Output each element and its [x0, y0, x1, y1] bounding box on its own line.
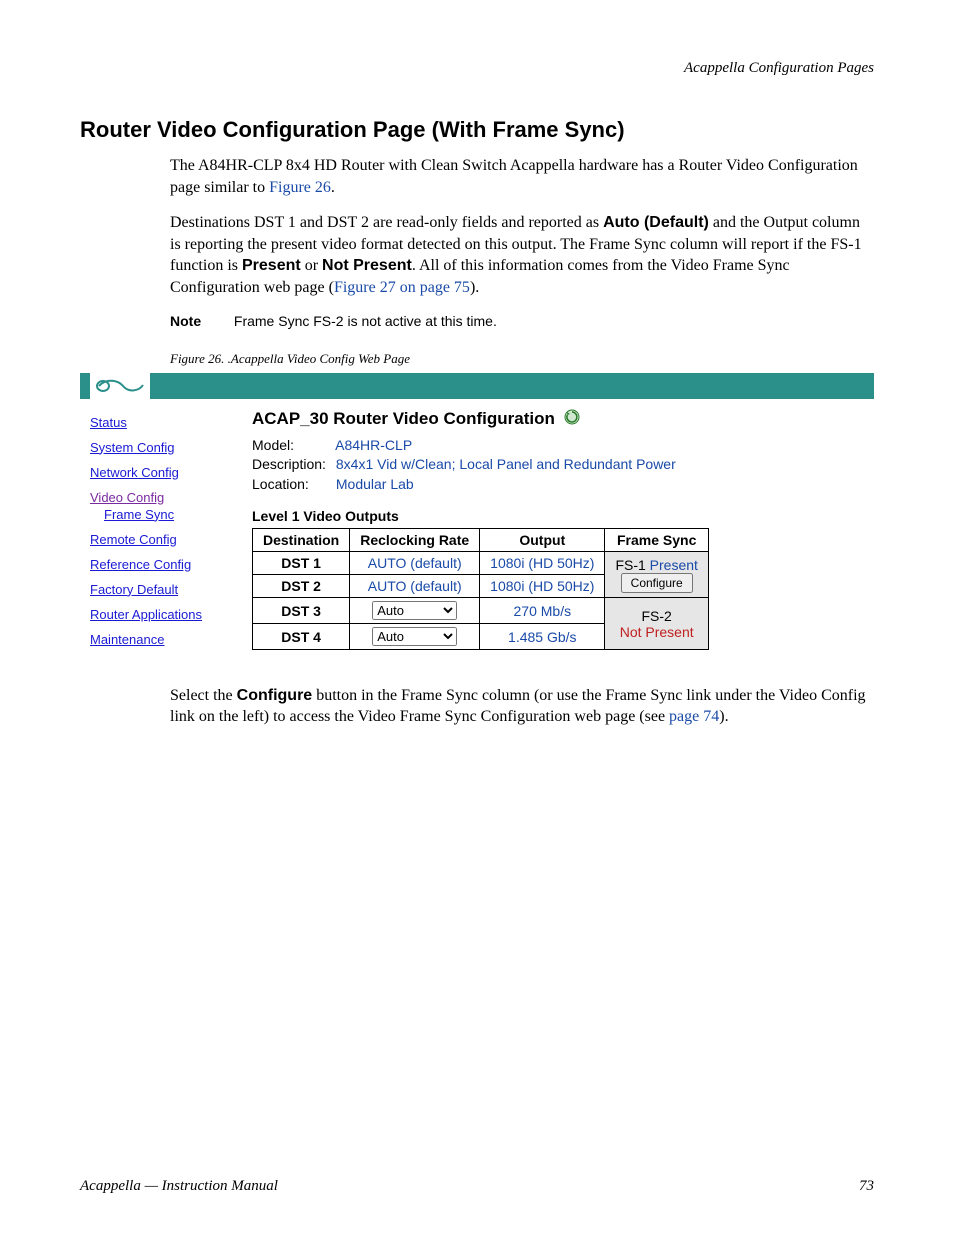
fs1-label: FS-1 [615, 557, 649, 573]
info-model: Model: A84HR-CLP [252, 436, 874, 456]
fs1-status: Present [650, 557, 698, 573]
web-nav: Status System Config Network Config Vide… [80, 399, 248, 665]
nav-system-config[interactable]: System Config [90, 440, 240, 455]
p2-t3: or [301, 257, 322, 274]
note-text: Frame Sync FS-2 is not active at this ti… [234, 313, 497, 329]
figure-link-26[interactable]: Figure 26 [269, 179, 331, 196]
title-main: Router Video Configuration [329, 409, 555, 428]
table-header-row: Destination Reclocking Rate Output Frame… [253, 529, 709, 552]
paragraph-2: Destinations DST 1 and DST 2 are read-on… [170, 212, 874, 298]
note-block: Note Frame Sync FS-2 is not active at th… [170, 313, 874, 329]
p2-t5: ). [470, 279, 479, 296]
cell-output-2: 1080i (HD 50Hz) [480, 575, 605, 598]
th-frame-sync: Frame Sync [605, 529, 708, 552]
nav-network-config[interactable]: Network Config [90, 465, 240, 480]
nav-status[interactable]: Status [90, 415, 240, 430]
web-page-title: ACAP_30 Router Video Configuration [252, 409, 874, 430]
fs2-status: Not Present [620, 624, 694, 640]
cell-dest-3: DST 3 [253, 598, 350, 624]
fs2-label: FS-2 [642, 608, 672, 624]
p2-t1: Destinations DST 1 and DST 2 are read-on… [170, 214, 603, 231]
footer-left: Acappella — Instruction Manual [80, 1178, 278, 1195]
model-value: A84HR-CLP [335, 437, 412, 453]
reclock-select-3[interactable]: Auto [372, 601, 457, 620]
section-title: Router Video Configuration Page (With Fr… [80, 117, 874, 143]
running-header: Acappella Configuration Pages [80, 60, 874, 77]
p3-t3: ). [719, 708, 728, 725]
cell-fs-2: FS-2 Not Present [605, 598, 708, 650]
cell-reclock-3: Auto [350, 598, 480, 624]
cell-output-1: 1080i (HD 50Hz) [480, 552, 605, 575]
nav-video-config[interactable]: Video Config [90, 490, 240, 505]
loc-value: Modular Lab [336, 476, 414, 492]
paragraph-1: The A84HR-CLP 8x4 HD Router with Clean S… [170, 155, 874, 198]
web-main: ACAP_30 Router Video Configuration Model… [248, 399, 874, 665]
figure-26: Status System Config Network Config Vide… [80, 373, 874, 665]
cell-dest-1: DST 1 [253, 552, 350, 575]
refresh-icon[interactable] [564, 409, 580, 430]
desc-label: Description: [252, 455, 332, 475]
p2-b2: Present [242, 257, 301, 274]
logo-box [90, 373, 150, 399]
th-reclocking: Reclocking Rate [350, 529, 480, 552]
outputs-subhead: Level 1 Video Outputs [252, 508, 874, 524]
th-output: Output [480, 529, 605, 552]
cell-reclock-1: AUTO (default) [350, 552, 480, 575]
cell-fs-1: FS-1 Present Configure [605, 552, 708, 598]
cell-output-3: 270 Mb/s [480, 598, 605, 624]
cell-dest-2: DST 2 [253, 575, 350, 598]
p2-b1: Auto (Default) [603, 214, 709, 231]
nav-remote-config[interactable]: Remote Config [90, 532, 240, 547]
th-destination: Destination [253, 529, 350, 552]
gv-logo-icon [95, 377, 145, 395]
outputs-table: Destination Reclocking Rate Output Frame… [252, 528, 709, 650]
nav-factory-default[interactable]: Factory Default [90, 582, 240, 597]
cell-reclock-4: Auto [350, 624, 480, 650]
table-row: DST 1 AUTO (default) 1080i (HD 50Hz) FS-… [253, 552, 709, 575]
desc-value: 8x4x1 Vid w/Clean; Local Panel and Redun… [336, 456, 676, 472]
nav-frame-sync[interactable]: Frame Sync [104, 507, 240, 522]
p1-t2: . [331, 179, 335, 196]
loc-label: Location: [252, 475, 332, 495]
title-prefix: ACAP_30 [252, 409, 329, 428]
reclock-select-4[interactable]: Auto [372, 627, 457, 646]
figure-caption: Figure 26. .Acappella Video Config Web P… [170, 351, 874, 367]
page-link-74[interactable]: page 74 [669, 708, 719, 725]
info-location: Location: Modular Lab [252, 475, 874, 495]
cell-output-4: 1.485 Gb/s [480, 624, 605, 650]
figure-link-27[interactable]: Figure 27 on page 75 [334, 279, 470, 296]
note-label: Note [170, 313, 230, 329]
footer-page-number: 73 [859, 1178, 874, 1195]
paragraph-3: Select the Configure button in the Frame… [170, 685, 874, 728]
nav-reference-config[interactable]: Reference Config [90, 557, 240, 572]
page-footer: Acappella — Instruction Manual 73 [80, 1178, 874, 1195]
figure-header-bar [80, 373, 874, 399]
info-description: Description: 8x4x1 Vid w/Clean; Local Pa… [252, 455, 874, 475]
nav-maintenance[interactable]: Maintenance [90, 632, 240, 647]
p2-b3: Not Present [322, 257, 412, 274]
table-row: DST 3 Auto 270 Mb/s FS-2 Not Present [253, 598, 709, 624]
p3-t1: Select the [170, 687, 237, 704]
p3-b1: Configure [237, 687, 313, 704]
model-label: Model: [252, 436, 332, 456]
configure-button[interactable]: Configure [621, 573, 693, 593]
cell-dest-4: DST 4 [253, 624, 350, 650]
nav-router-applications[interactable]: Router Applications [90, 607, 240, 622]
cell-reclock-2: AUTO (default) [350, 575, 480, 598]
